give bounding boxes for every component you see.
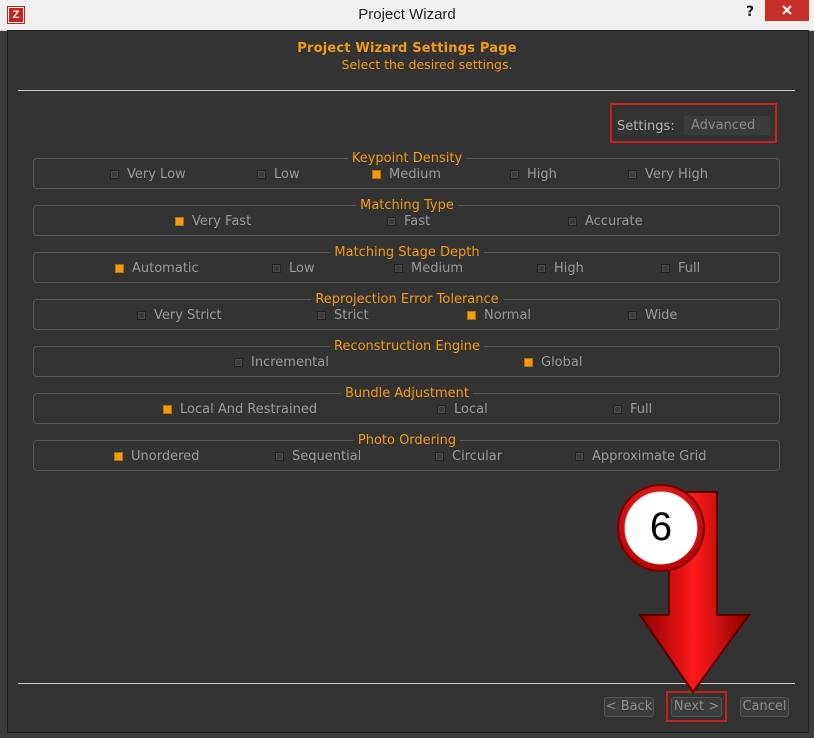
tutorial-annotation (617, 484, 751, 694)
step-number: 6 (649, 505, 673, 549)
